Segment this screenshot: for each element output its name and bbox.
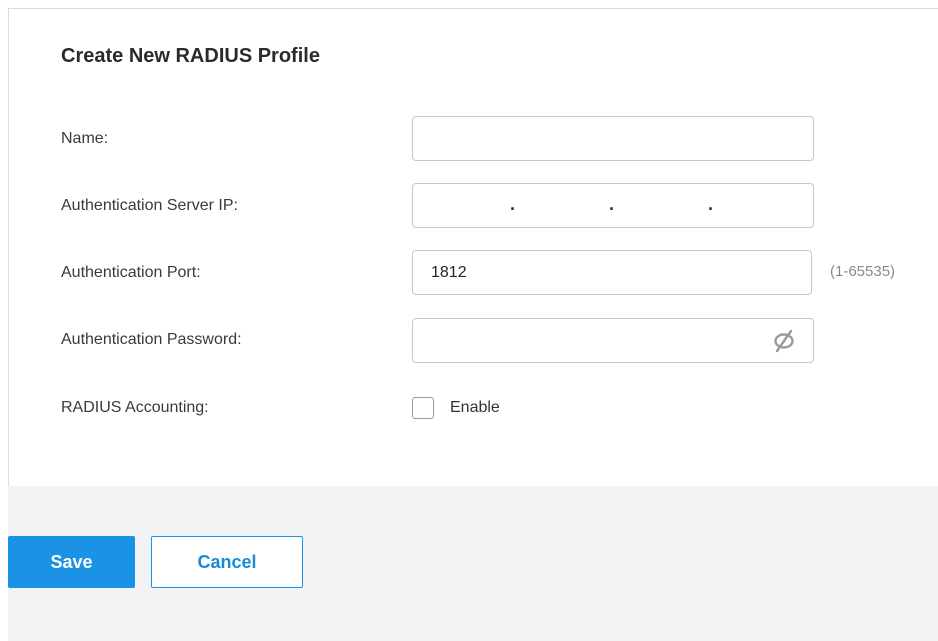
auth-server-ip-label: Authentication Server IP: <box>61 197 238 214</box>
auth-port-value: 1812 <box>431 264 467 281</box>
form-footer <box>8 486 938 641</box>
eye-slash-icon[interactable] <box>771 329 797 353</box>
enable-accounting-label[interactable]: Enable <box>450 399 500 417</box>
auth-password-input[interactable] <box>412 318 814 363</box>
auth-port-label: Authentication Port: <box>61 264 201 281</box>
ip-separator: . <box>609 194 615 214</box>
enable-accounting-checkbox[interactable] <box>412 397 434 419</box>
save-button[interactable]: Save <box>8 536 135 588</box>
name-input[interactable] <box>412 116 814 161</box>
auth-server-ip-input[interactable]: . . . <box>412 183 814 228</box>
radius-accounting-label: RADIUS Accounting: <box>61 399 209 416</box>
auth-password-label: Authentication Password: <box>61 331 242 348</box>
cancel-button[interactable]: Cancel <box>151 536 303 588</box>
auth-port-range-hint: (1-65535) <box>830 263 896 280</box>
ip-separator: . <box>510 194 516 214</box>
name-label: Name: <box>61 130 109 147</box>
ip-separator: . <box>708 194 714 214</box>
auth-port-input[interactable]: 1812 <box>412 250 812 295</box>
page-title: Create New RADIUS Profile <box>61 45 320 67</box>
